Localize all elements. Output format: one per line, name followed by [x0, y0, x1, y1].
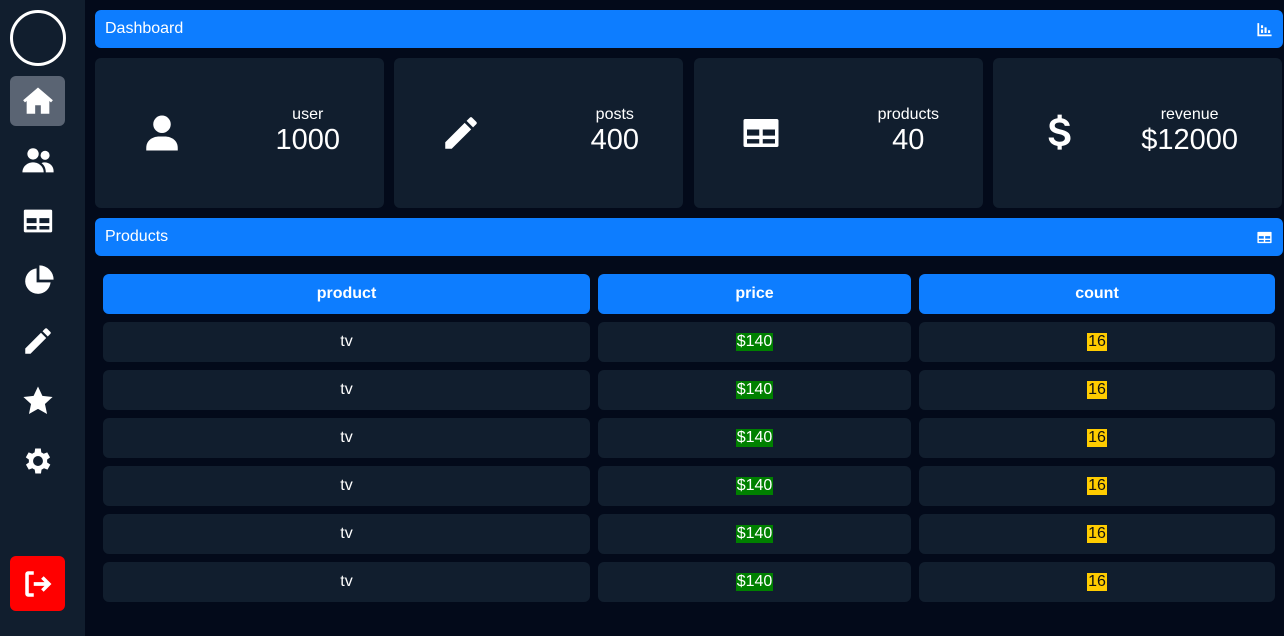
star-icon [22, 386, 53, 415]
bar-chart-icon[interactable] [1256, 21, 1273, 38]
table-cell-price: $140 [598, 322, 911, 362]
price-value: $140 [735, 525, 774, 543]
table-cell-product: tv [103, 322, 590, 362]
stat-label: products [877, 106, 939, 123]
sidebar-item-settings[interactable] [10, 436, 65, 486]
avatar[interactable] [10, 10, 66, 66]
stat-label: user [292, 106, 324, 123]
home-icon [22, 87, 53, 114]
table-cell-product: tv [103, 418, 590, 458]
table-cell-price: $140 [598, 418, 911, 458]
dashboard-title: Dashboard [105, 20, 184, 37]
table-cell-count: 16 [919, 370, 1275, 410]
stat-card-posts: posts 400 [394, 58, 683, 208]
table-cell-price: $140 [598, 370, 911, 410]
sidebar-item-charts[interactable] [10, 256, 65, 306]
count-value: 16 [1087, 573, 1107, 591]
sidebar-item-home[interactable] [10, 76, 65, 126]
sidebar-item-users[interactable] [10, 136, 65, 186]
sidebar-item-posts[interactable] [10, 316, 65, 366]
table-cell-price: $140 [598, 562, 911, 602]
sidebar-item-table[interactable] [10, 196, 65, 246]
price-value: $140 [735, 381, 774, 399]
table-icon [23, 209, 52, 233]
logout-button[interactable] [10, 556, 65, 611]
stat-label: revenue [1160, 106, 1219, 123]
count-value: 16 [1087, 333, 1107, 351]
product-name: tv [340, 525, 353, 542]
pencil-icon [445, 117, 477, 149]
product-name: tv [340, 477, 353, 494]
stat-value: 400 [590, 124, 639, 156]
price-value: $140 [735, 333, 774, 351]
count-value: 16 [1087, 429, 1107, 447]
logout-icon [24, 570, 51, 597]
price-value: $140 [735, 429, 774, 447]
pie-chart-icon [24, 265, 54, 294]
column-header-product[interactable]: product [103, 274, 590, 314]
table-cell-count: 16 [919, 322, 1275, 362]
price-value: $140 [735, 477, 774, 495]
table-cell-product: tv [103, 514, 590, 554]
user-icon [146, 115, 178, 151]
count-value: 16 [1087, 381, 1107, 399]
count-value: 16 [1087, 477, 1107, 495]
table-icon [743, 119, 779, 147]
table-cell-product: tv [103, 562, 590, 602]
column-header-price[interactable]: price [598, 274, 911, 314]
sidebar-item-favorites[interactable] [10, 376, 65, 426]
table-cell-count: 16 [919, 562, 1275, 602]
stat-card-user: user 1000 [95, 58, 384, 208]
stat-value: $12000 [1141, 124, 1238, 156]
column-header-count[interactable]: count [919, 274, 1275, 314]
dollar-icon [1048, 114, 1071, 150]
stat-card-products: products 40 [694, 58, 983, 208]
pencil-icon [24, 328, 51, 354]
table-cell-product: tv [103, 370, 590, 410]
table-cell-count: 16 [919, 514, 1275, 554]
stat-value: 40 [892, 124, 925, 156]
products-title: Products [105, 228, 169, 245]
table-cell-count: 16 [919, 418, 1275, 458]
product-name: tv [340, 333, 353, 350]
dashboard-header: Dashboard [95, 10, 1283, 48]
stat-card-revenue: revenue $12000 [993, 58, 1282, 208]
stat-label: posts [595, 106, 634, 123]
table-cell-price: $140 [598, 466, 911, 506]
product-name: tv [340, 573, 353, 590]
product-name: tv [340, 429, 353, 446]
table-cell-price: $140 [598, 514, 911, 554]
table-cell-count: 16 [919, 466, 1275, 506]
gear-icon [25, 448, 50, 474]
price-value: $140 [735, 573, 774, 591]
product-name: tv [340, 381, 353, 398]
sidebar [0, 0, 85, 636]
table-icon[interactable] [1256, 229, 1273, 246]
products-header: Products [95, 218, 1283, 256]
stat-value: 1000 [275, 124, 340, 156]
users-icon [21, 148, 54, 173]
count-value: 16 [1087, 525, 1107, 543]
table-cell-product: tv [103, 466, 590, 506]
